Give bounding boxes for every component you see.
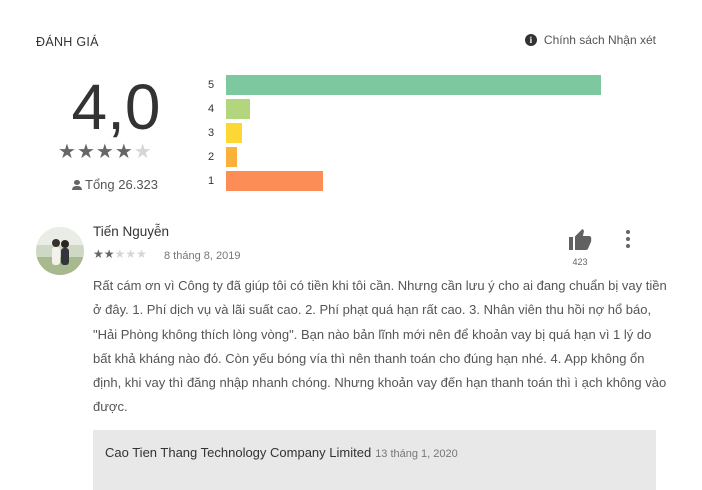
average-score: 4,0: [71, 71, 161, 143]
star-icon: ★: [76, 141, 95, 163]
histogram-row-3: 3: [208, 123, 242, 143]
histogram-label: 5: [208, 79, 215, 91]
histogram-bar: [226, 123, 242, 143]
user-icon: [72, 179, 82, 190]
review-policy-link[interactable]: i Chính sách Nhận xét: [524, 33, 656, 47]
review-text: Rất cám ơn vì Công ty đã giúp tôi có tiề…: [93, 278, 667, 415]
review-author: Tiến Nguyễn: [93, 224, 170, 239]
developer-reply: Cao Tien Thang Technology Company Limite…: [93, 430, 656, 490]
histogram-label: 1: [208, 175, 215, 187]
review-stars: ★ ★ ★ ★ ★: [93, 248, 147, 260]
helpful-button[interactable]: 423: [567, 228, 593, 267]
histogram-row-5: 5: [208, 75, 601, 95]
more-options-icon[interactable]: [623, 230, 633, 251]
info-icon: i: [524, 34, 537, 46]
histogram-row-1: 1: [208, 171, 323, 191]
star-icon: ★: [114, 141, 133, 163]
histogram-bar: [226, 171, 323, 191]
review-policy-label: Chính sách Nhận xét: [543, 33, 656, 47]
helpful-count: 423: [572, 257, 588, 267]
histogram-row-2: 2: [208, 147, 237, 167]
histogram-bar: [226, 99, 250, 119]
star-icon: ★: [125, 247, 137, 261]
reply-developer: Cao Tien Thang Technology Company Limite…: [105, 445, 372, 460]
histogram-row-4: 4: [208, 99, 250, 119]
star-icon: ★: [136, 247, 147, 261]
avatar: [36, 227, 84, 275]
histogram-bar: [226, 147, 237, 167]
histogram-label: 2: [208, 151, 215, 163]
reply-date: 13 tháng 1, 2020: [375, 448, 458, 460]
total-ratings: Tổng 26.323: [72, 177, 158, 192]
star-icon: ★: [133, 141, 152, 163]
star-icon: ★: [95, 141, 114, 163]
star-icon: ★: [93, 247, 104, 261]
star-icon: ★: [58, 141, 76, 163]
star-icon: ★: [114, 247, 126, 261]
average-stars: ★ ★ ★ ★ ★: [58, 142, 153, 162]
histogram-bar: [226, 75, 601, 95]
histogram-label: 3: [208, 127, 215, 139]
reviews-section-title: ĐÁNH GIÁ: [36, 35, 99, 49]
reply-header: Cao Tien Thang Technology Company Limite…: [105, 445, 458, 460]
total-ratings-text: Tổng 26.323: [85, 177, 159, 192]
histogram-label: 4: [208, 103, 215, 115]
thumb-up-icon: [569, 229, 592, 250]
star-icon: ★: [103, 247, 115, 261]
review-date: 8 tháng 8, 2019: [164, 250, 241, 262]
